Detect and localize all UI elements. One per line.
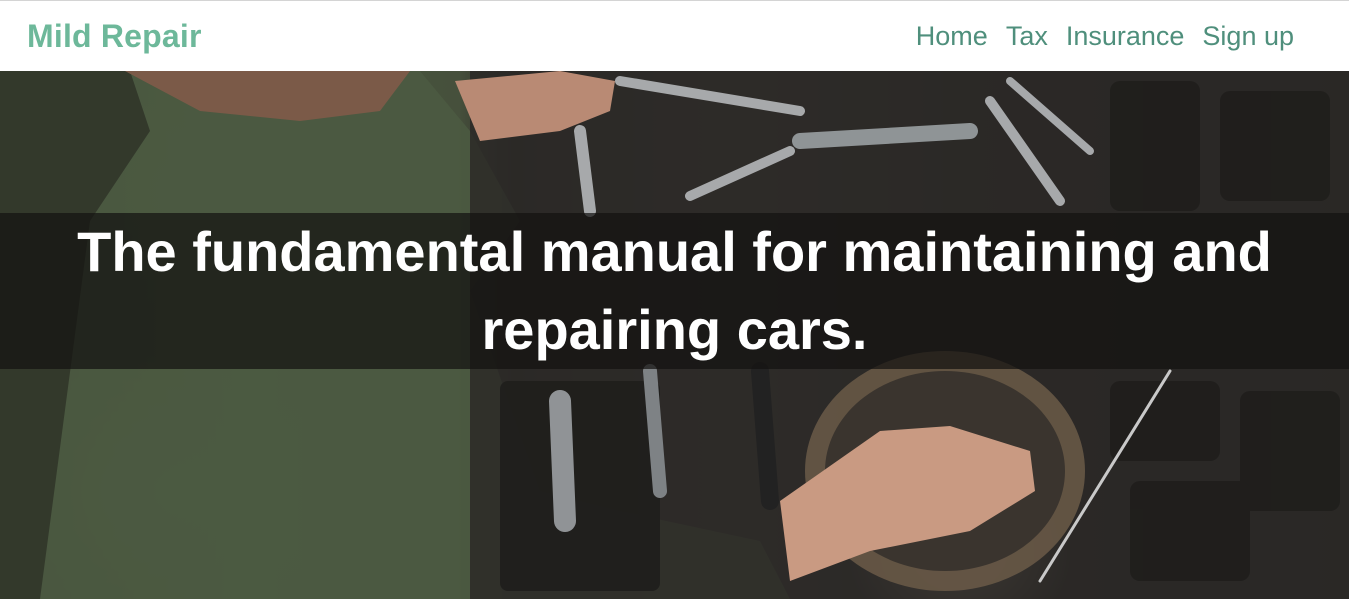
nav-link-tax[interactable]: Tax (1006, 21, 1048, 52)
nav-link-insurance[interactable]: Insurance (1066, 21, 1185, 52)
nav-link-sign-up[interactable]: Sign up (1202, 21, 1294, 52)
navbar: Mild Repair Home Tax Insurance Sign up (0, 0, 1349, 71)
nav-link-home[interactable]: Home (916, 21, 988, 52)
main-nav: Home Tax Insurance Sign up (916, 21, 1294, 52)
hero-section: The fundamental manual for maintaining a… (0, 71, 1349, 599)
headline-banner: The fundamental manual for maintaining a… (0, 213, 1349, 369)
brand-logo-link[interactable]: Mild Repair (27, 18, 202, 55)
hero-headline: The fundamental manual for maintaining a… (77, 220, 1272, 361)
